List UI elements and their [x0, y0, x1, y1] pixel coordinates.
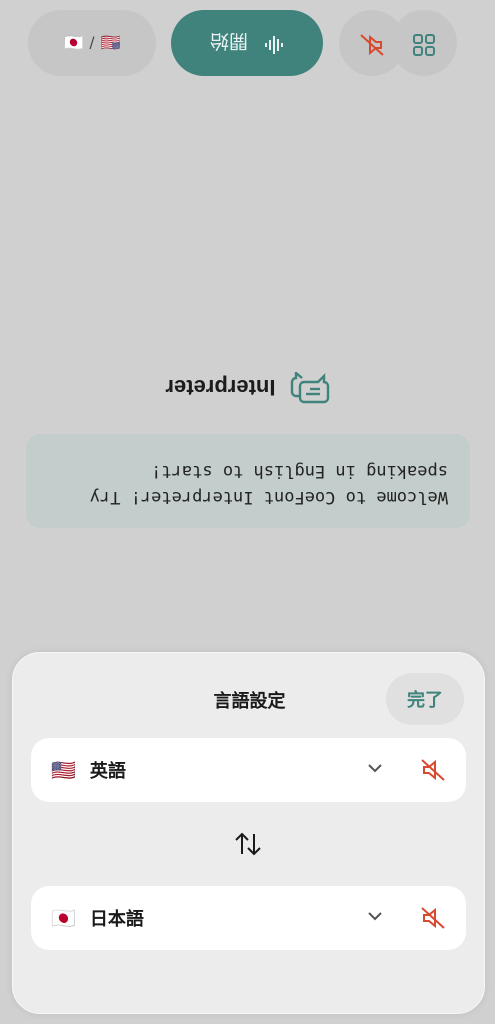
- chevron-down-icon: [366, 759, 384, 781]
- source-flag: 🇺🇸: [51, 758, 76, 782]
- welcome-text-line2: speaking in English to start!: [151, 461, 448, 481]
- source-language-name: 英語: [89, 761, 126, 782]
- grid-icon: [412, 29, 436, 57]
- language-pair-button[interactable]: 🇺🇸 / 🇯🇵: [28, 10, 156, 76]
- speaker-mute-icon[interactable]: [420, 905, 446, 935]
- done-button[interactable]: 完了: [386, 673, 464, 725]
- chevron-down-icon: [366, 907, 384, 929]
- waveform-icon: [262, 30, 284, 57]
- target-language-name: 日本語: [89, 909, 144, 930]
- start-button[interactable]: 開始: [171, 10, 323, 76]
- welcome-text-line1: Welcome to CoeFont Interpreter! Try: [89, 487, 448, 507]
- language-separator: /: [89, 34, 95, 52]
- app-title: Interpreter: [165, 375, 276, 400]
- to-flag: 🇯🇵: [63, 33, 84, 53]
- conversation-area: Welcome to CoeFont Interpreter! Try spea…: [0, 0, 495, 540]
- chat-bubbles-icon: [288, 368, 330, 406]
- target-language-select[interactable]: 🇯🇵 日本語: [31, 886, 466, 950]
- start-label: 開始: [210, 30, 249, 53]
- language-settings-sheet: 言語設定 完了 🇺🇸 英語 🇯🇵 日本語: [12, 652, 485, 1014]
- swap-arrows-icon[interactable]: [233, 831, 265, 859]
- mute-button[interactable]: [339, 10, 405, 76]
- target-flag: 🇯🇵: [51, 906, 76, 930]
- control-bar: 開始 🇺🇸 / 🇯🇵: [0, 10, 495, 76]
- welcome-banner: Welcome to CoeFont Interpreter! Try spea…: [26, 434, 470, 528]
- speaker-mute-icon[interactable]: [420, 757, 446, 787]
- app-title-row: Interpreter: [0, 368, 495, 406]
- from-flag: 🇺🇸: [100, 33, 121, 53]
- speaker-mute-icon: [359, 28, 385, 58]
- source-language-select[interactable]: 🇺🇸 英語: [31, 738, 466, 802]
